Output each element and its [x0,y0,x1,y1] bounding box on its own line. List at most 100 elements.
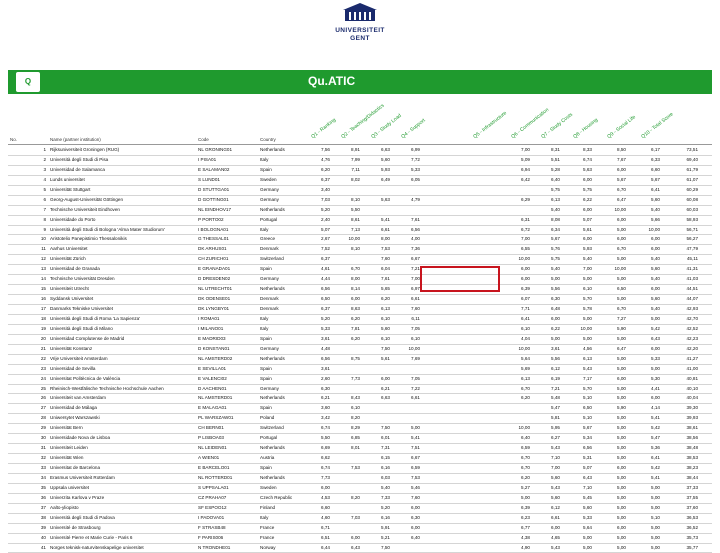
university-logo: UNIVERSITEIT GENT [320,0,400,48]
cell-score: 6,61 [368,226,390,235]
cell-score: 8,61 [338,216,360,225]
cell-no: 37 [34,504,46,513]
cell-score: 4,04 [508,335,530,344]
cell-no: 39 [34,524,46,533]
cell-score: 5,40 [638,255,660,264]
cell-score: 6,37 [308,255,330,264]
column-header-rotated: Q10 - Total Score [640,111,674,140]
cell-score: 6,97 [398,285,420,294]
cell-score: 56,71 [672,226,698,235]
cell-score: 7,52 [308,245,330,254]
cell-score: 5,00 [398,424,420,433]
cell-score: 4,14 [638,404,660,413]
cell-score: 8,43 [338,394,360,403]
cell-score: 4,65 [538,534,560,543]
table-row: 8Universidade do PortoP PORTO02Portugal2… [8,216,712,226]
cell-code: D AACHEN01 [198,385,258,394]
page-title: Qu.ATIC [308,74,355,88]
cell-score: 40,04 [672,394,698,403]
cell-score: 6,40 [538,176,560,185]
cell-score: 37,60 [672,504,698,513]
cell-country: Netherlands [260,444,310,453]
cell-country: France [260,534,310,543]
cell-score: 5,41 [638,414,660,423]
cell-code: D GOTTING01 [198,196,258,205]
cell-score: 6,20 [508,474,530,483]
table-row: 7Technische Universiteit EindhovenNL EIN… [8,206,712,216]
cell-score: 5,28 [538,166,560,175]
cell-score: 6,59 [508,444,530,453]
cell-country: Spain [260,404,310,413]
cell-code: P LISBOA03 [198,434,258,443]
cell-code: F PARIS006 [198,534,258,543]
cell-score: 6,00 [638,394,660,403]
cell-score: 6,50 [604,285,626,294]
table-row: 19Università degli Studi di MilanoI MILA… [8,325,712,335]
cell-no: 1 [34,146,46,155]
cell-code: PL WARSZAW01 [198,414,258,423]
cell-score: 6,20 [508,394,530,403]
cell-score: 42,70 [672,315,698,324]
cell-no: 10 [34,235,46,244]
cell-country: Italy [260,156,310,165]
cell-score: 6,85 [338,434,360,443]
cell-country: Sweden [260,176,310,185]
table-row: 38Università degli Studi di PadovaI PADO… [8,514,712,524]
cell-score: 6,10 [338,404,360,413]
cell-country: France [260,524,310,533]
cell-score: 6,19 [538,375,560,384]
table-row: 15Universiteit UtrechtNL UTRECHT01Nether… [8,285,712,295]
cell-score: 6,42 [508,176,530,185]
title-banner: Q Qu.ATIC [8,70,712,94]
cell-score: 6,77 [508,524,530,533]
cell-score: 5,43 [570,365,592,374]
cell-score: 5,76 [538,245,560,254]
cell-score: 6,70 [508,464,530,473]
cell-score: 6,11 [398,315,420,324]
cell-score: 6,21 [368,385,390,394]
cell-code: NL UTRECHT01 [198,285,258,294]
cell-score: 6,30 [398,514,420,523]
cell-score: 6,63 [368,394,390,403]
cell-score: 7,03 [338,514,360,523]
cell-score: 6,56 [398,226,420,235]
cell-score: 5,47 [638,434,660,443]
cell-score: 7,03 [308,196,330,205]
cell-score: 6,13 [368,305,390,314]
cell-no: 21 [34,345,46,354]
cell-country: Netherlands [260,474,310,483]
cell-score: 7,72 [398,156,420,165]
cell-score: 5,00 [570,275,592,284]
cell-code: D DRESDEN02 [198,275,258,284]
cell-country: Germany [260,186,310,195]
cell-score: 3,61 [538,345,560,354]
cell-score: 5,65 [368,285,390,294]
cell-score: 5,78 [570,305,592,314]
cell-score: 6,00 [604,375,626,384]
cell-code: I BOLOGNA01 [198,226,258,235]
highlight-box [420,266,500,292]
cell-score: 36,53 [672,514,698,523]
cell-score: 6,00 [508,275,530,284]
cell-score: 6,50 [570,404,592,413]
cell-score: 6,00 [604,166,626,175]
table-row: 32Universität WienA WIEN01Austria6,626,1… [8,454,712,464]
cell-score: 60,03 [672,206,698,215]
cell-code: D KONSTAN01 [198,345,258,354]
cell-no: 31 [34,444,46,453]
cell-score: 7,50 [368,544,390,553]
cell-no: 33 [34,464,46,473]
cell-score: 6,00 [570,206,592,215]
cell-score: 6,10 [368,335,390,344]
cell-no: 17 [34,305,46,314]
cell-score: 5,10 [570,394,592,403]
table-row: 1Rijksuniversiteit Groningen (RUG)NL GRO… [8,146,712,156]
cell-score: 8,14 [338,285,360,294]
cell-score: 3,61 [308,335,330,344]
cell-score: 6,41 [638,186,660,195]
cell-name: Universitat Politècnica de València [50,375,190,384]
cell-score: 5,00 [638,524,660,533]
cell-score: 5,21 [368,534,390,543]
cell-score: 6,00 [604,216,626,225]
cell-score: 5,10 [570,414,592,423]
